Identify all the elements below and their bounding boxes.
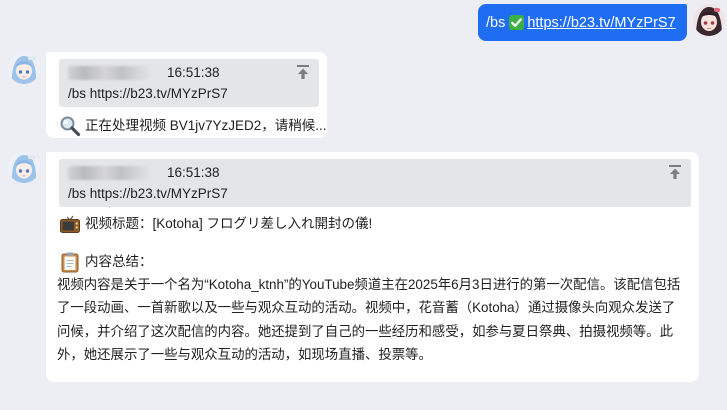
reply-time: 16:51:38	[167, 65, 220, 80]
bot-avatar[interactable]	[8, 151, 40, 183]
user-avatar[interactable]	[693, 4, 725, 36]
check-mark-button-icon	[509, 15, 525, 30]
outgoing-link[interactable]: https://b23.tv/MYzPrS7	[527, 15, 675, 31]
reply-time: 16:51:38	[167, 165, 220, 180]
jump-to-message-icon[interactable]	[668, 164, 682, 180]
video-title: 视频标题：[Kotoha] フログリ差し入れ開封の儀!	[85, 216, 373, 231]
summary-text: 视频内容是关于一个名为“Kotoha_ktnh”的YouTube频道主在2025…	[57, 277, 681, 362]
quoted-reply[interactable]: 16:51:38 /bs https://b23.tv/MYzPrS7	[59, 59, 319, 107]
jump-to-message-icon[interactable]	[296, 64, 310, 80]
reply-text: /bs https://b23.tv/MYzPrS7	[68, 186, 228, 201]
reply-text: /bs https://b23.tv/MYzPrS7	[68, 86, 228, 101]
magnifier-icon	[59, 115, 81, 137]
outgoing-message-bubble: /bs https://b23.tv/MYzPrS7	[478, 4, 687, 41]
bot-message-summary: 16:51:38 /bs https://b23.tv/MYzPrS7 视频标题…	[46, 152, 699, 382]
redacted-sender-name	[68, 65, 150, 80]
outgoing-command: /bs	[486, 14, 506, 31]
clipboard-icon	[59, 251, 81, 273]
redacted-sender-name	[68, 165, 150, 180]
summary-label: 内容总结：	[85, 254, 153, 269]
television-icon	[59, 213, 81, 235]
quoted-reply[interactable]: 16:51:38 /bs https://b23.tv/MYzPrS7	[59, 159, 691, 207]
bot-message-processing: 16:51:38 /bs https://b23.tv/MYzPrS7 正在处理…	[46, 52, 327, 138]
bot-avatar[interactable]	[8, 52, 40, 84]
processing-status: 正在处理视频 BV1jv7YzJED2，请稍候...	[85, 118, 327, 133]
